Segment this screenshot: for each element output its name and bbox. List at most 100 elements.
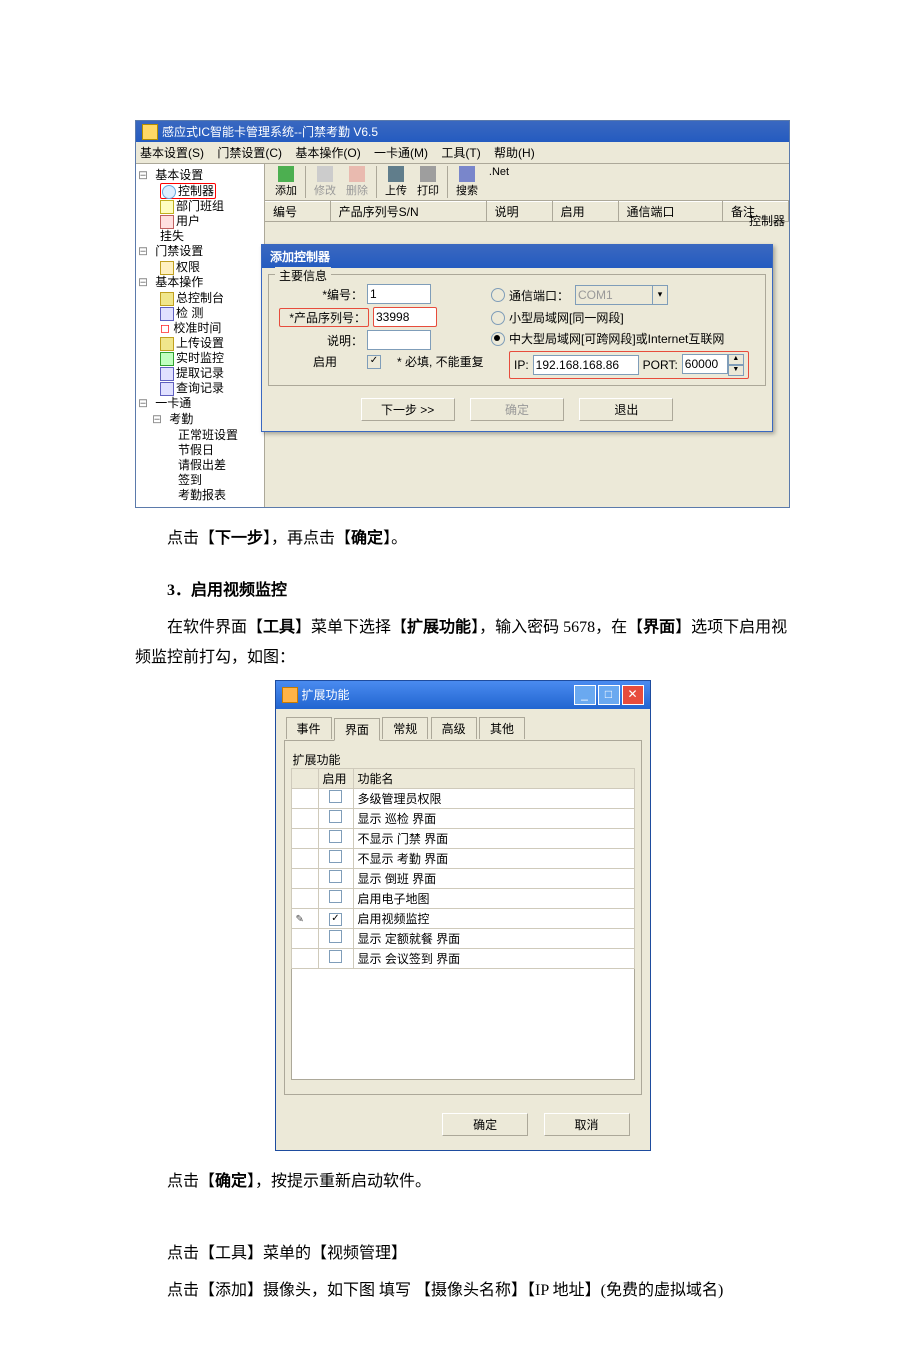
radio-wan[interactable]	[491, 332, 505, 346]
input-ip[interactable]	[533, 355, 639, 375]
row-label: 显示 巡检 界面	[353, 808, 634, 828]
table-row[interactable]: 多级管理员权限	[291, 788, 634, 808]
row-checkbox[interactable]	[329, 930, 342, 943]
label-com: 通信端口：	[509, 287, 569, 304]
row-checkbox[interactable]	[329, 870, 342, 883]
menu-basic-ops[interactable]: 基本操作(O)	[295, 146, 360, 160]
minimize-button[interactable]: _	[574, 685, 596, 705]
menu-basic-settings[interactable]: 基本设置(S)	[140, 146, 204, 160]
next-button[interactable]: 下一步 >>	[361, 398, 455, 421]
extract-icon	[160, 367, 174, 381]
tree-access-settings[interactable]: 门禁设置	[155, 244, 203, 258]
toolbar-net[interactable]: .Net	[484, 166, 514, 198]
tree-onecard[interactable]: 一卡通	[155, 396, 191, 410]
tab-advanced[interactable]: 高级	[431, 717, 477, 739]
tab-interface[interactable]: 界面	[334, 718, 380, 741]
row-label: 不显示 考勤 界面	[353, 848, 634, 868]
row-checkbox[interactable]	[329, 890, 342, 903]
panel-caption: 控制器	[749, 212, 785, 229]
group-label: 扩展功能	[291, 753, 343, 767]
tree-leave[interactable]: 请假出差	[178, 458, 226, 472]
menu-tools[interactable]: 工具(T)	[441, 146, 480, 160]
maximize-button[interactable]: □	[598, 685, 620, 705]
toolbar-upload[interactable]: 上传	[381, 166, 411, 198]
row-checkbox[interactable]	[329, 790, 342, 803]
radio-lan[interactable]	[491, 311, 505, 325]
paragraph: 点击【下一步】，再点击【确定】。	[135, 524, 790, 554]
tree-controller[interactable]: 控制器	[178, 184, 214, 198]
combo-com	[575, 285, 653, 305]
toolbar: 添加 修改 删除 上传 打印 搜索 .Net	[265, 164, 789, 201]
toolbar-search[interactable]: 搜索	[452, 166, 482, 198]
dialog-titlebar: 扩展功能 _ □ ✕	[276, 681, 650, 709]
cancel-button[interactable]: 取消	[544, 1113, 630, 1136]
table-row[interactable]: 不显示 考勤 界面	[291, 848, 634, 868]
radio-com[interactable]	[491, 288, 505, 302]
menu-access-settings[interactable]: 门禁设置(C)	[217, 146, 282, 160]
upload-icon	[160, 337, 174, 351]
menu-bar[interactable]: 基本设置(S) 门禁设置(C) 基本操作(O) 一卡通(M) 工具(T) 帮助(…	[136, 142, 789, 164]
table-row[interactable]: 不显示 门禁 界面	[291, 828, 634, 848]
nav-tree[interactable]: ⊟ 基本设置 控制器 部门班组 用户 挂失 ⊟ 门禁设置 权限 ⊟ 基本操作 总…	[136, 164, 265, 507]
tree-console[interactable]: 总控制台	[176, 291, 224, 305]
tree-upload[interactable]: 上传设置	[176, 336, 224, 350]
tree-user[interactable]: 用户	[176, 214, 200, 228]
tab-other[interactable]: 其他	[479, 717, 525, 739]
col-name: 功能名	[353, 768, 634, 788]
tree-realtime[interactable]: 实时监控	[176, 351, 224, 365]
tree-lost[interactable]: 挂失	[160, 229, 184, 243]
tree-attendance[interactable]: 考勤	[169, 412, 193, 426]
required-note: * 必填, 不能重复	[397, 353, 484, 370]
window-title: 感应式IC智能卡管理系统--门禁考勤 V6.5	[162, 123, 378, 140]
tree-check[interactable]: 检 测	[176, 306, 203, 320]
exit-button[interactable]: 退出	[579, 398, 673, 421]
tree-extract[interactable]: 提取记录	[176, 366, 224, 380]
input-number[interactable]	[367, 284, 431, 304]
tab-general[interactable]: 常规	[382, 717, 428, 739]
toolbar-add[interactable]: 添加	[271, 166, 301, 198]
table-row[interactable]: 启用电子地图	[291, 888, 634, 908]
features-table: 启用 功能名 多级管理员权限显示 巡检 界面不显示 门禁 界面不显示 考勤 界面…	[291, 768, 635, 969]
tree-signin[interactable]: 签到	[178, 473, 202, 487]
tree-basic-settings[interactable]: 基本设置	[155, 168, 203, 182]
label-number: *编号：	[279, 286, 363, 303]
row-checkbox[interactable]	[329, 913, 342, 926]
ok-button[interactable]: 确定	[442, 1113, 528, 1136]
row-checkbox[interactable]	[329, 810, 342, 823]
row-checkbox[interactable]	[329, 950, 342, 963]
input-desc[interactable]	[367, 330, 431, 350]
table-row[interactable]: 显示 巡检 界面	[291, 808, 634, 828]
tree-calibrate[interactable]: 校准时间	[173, 321, 221, 335]
menu-help[interactable]: 帮助(H)	[494, 146, 535, 160]
checkbox-enable[interactable]: ✓	[367, 355, 381, 369]
menu-onecard[interactable]: 一卡通(M)	[374, 146, 428, 160]
table-row[interactable]: 启用视频监控	[291, 908, 634, 928]
tree-dept[interactable]: 部门班组	[176, 199, 224, 213]
tree-query[interactable]: 查询记录	[176, 381, 224, 395]
spin-down-icon[interactable]: ▼	[728, 365, 744, 376]
table-row[interactable]: 显示 定额就餐 界面	[291, 928, 634, 948]
spin-up-icon[interactable]: ▲	[728, 354, 744, 365]
app-window: 感应式IC智能卡管理系统--门禁考勤 V6.5 基本设置(S) 门禁设置(C) …	[135, 120, 790, 508]
table-row[interactable]: 显示 会议签到 界面	[291, 948, 634, 968]
tree-perm[interactable]: 权限	[176, 260, 200, 274]
tree-shift[interactable]: 正常班设置	[178, 428, 238, 442]
toolbar-print[interactable]: 打印	[413, 166, 443, 198]
close-button[interactable]: ✕	[622, 685, 644, 705]
table-row[interactable]: 显示 倒班 界面	[291, 868, 634, 888]
clock-icon: ◻	[160, 321, 170, 335]
label-ip: IP:	[514, 358, 529, 372]
input-serial[interactable]	[373, 307, 437, 327]
tab-events[interactable]: 事件	[286, 717, 332, 739]
row-checkbox[interactable]	[329, 830, 342, 843]
tree-basic-ops[interactable]: 基本操作	[155, 275, 203, 289]
group-icon	[160, 200, 174, 214]
tree-report[interactable]: 考勤报表	[178, 488, 226, 502]
input-port[interactable]	[682, 354, 728, 374]
check-icon	[160, 307, 174, 321]
heading: 3．启用视频监控	[135, 576, 790, 606]
group-legend: 主要信息	[275, 267, 331, 284]
tree-holiday[interactable]: 节假日	[178, 443, 214, 457]
row-label: 显示 倒班 界面	[353, 868, 634, 888]
row-checkbox[interactable]	[329, 850, 342, 863]
